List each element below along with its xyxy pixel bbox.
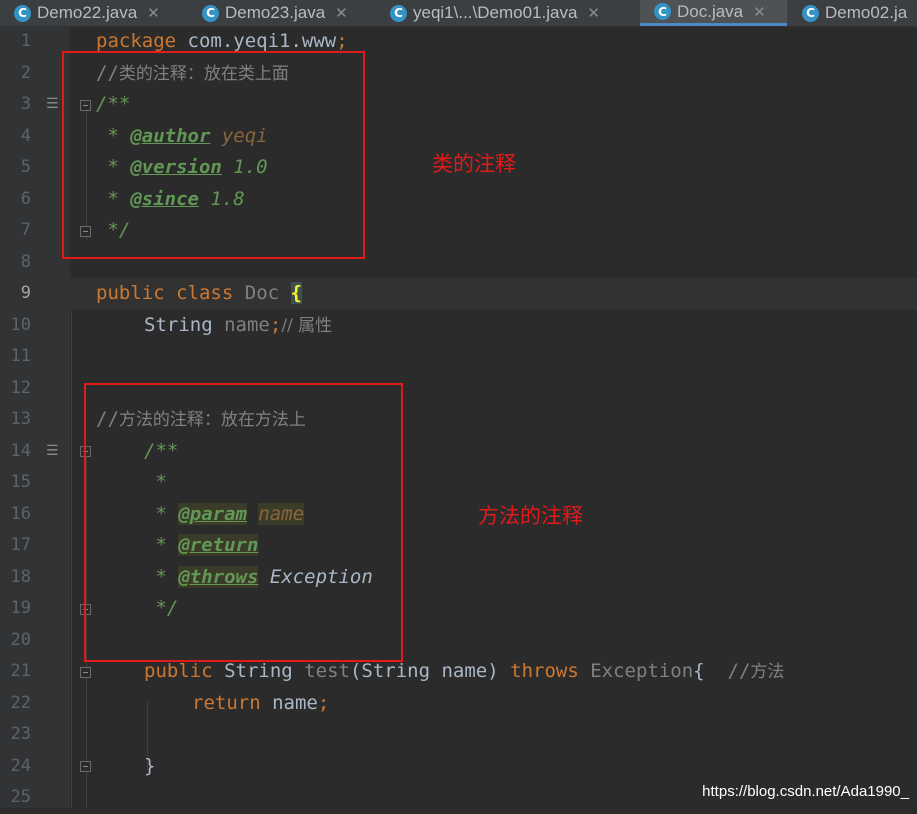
line-number: 18: [10, 566, 31, 587]
line-number: 1: [20, 31, 31, 51]
close-icon[interactable]: ✕: [335, 4, 348, 22]
keyword-throws: throws: [510, 660, 579, 682]
line-number: 19: [10, 598, 31, 618]
keyword-return: return: [192, 691, 261, 714]
tab-demo02[interactable]: C Demo02.ja: [802, 0, 917, 26]
keyword-public: public: [144, 660, 213, 682]
javadoc-render-icon[interactable]: ☰: [46, 436, 59, 468]
editor-tab-bar: C Demo22.java ✕ C Demo23.java ✕ C yeqi1\…: [0, 0, 917, 27]
return-type: String: [224, 660, 293, 682]
java-class-icon: C: [390, 4, 407, 22]
fold-marker[interactable]: [80, 761, 91, 772]
keyword-class: class: [176, 282, 234, 304]
tab-label: Demo22.java: [37, 3, 138, 22]
return-value: name: [260, 691, 318, 714]
tab-demo01[interactable]: C yeqi1\...\Demo01.java ✕: [390, 0, 636, 26]
keyword-public: public: [96, 282, 165, 304]
method-comment-annotation: 方法的注释: [478, 504, 583, 528]
exception-type: Exception: [590, 660, 694, 682]
line-number: 17: [10, 535, 31, 555]
tab-label: Demo02.ja: [825, 3, 908, 22]
keyword-package: package: [96, 30, 177, 52]
watermark: https://blog.csdn.net/Ada1990_: [702, 783, 909, 800]
java-class-icon: C: [14, 4, 31, 22]
code-line-10[interactable]: String name;// 属性: [144, 310, 332, 342]
line-number-current: 9: [20, 283, 31, 303]
class-comment-annotation: 类的注释: [432, 152, 516, 176]
tab-label: Demo23.java: [225, 3, 326, 22]
line-number: 11: [10, 346, 31, 366]
semicolon: ;: [317, 691, 330, 714]
java-class-icon: C: [654, 3, 671, 20]
line-number: 4: [20, 125, 31, 146]
method-params: (String name): [349, 660, 499, 682]
code-line-9[interactable]: public class Doc {: [96, 278, 302, 310]
tab-label: yeqi1\...\Demo01.java: [413, 3, 578, 22]
close-icon[interactable]: ✕: [753, 3, 766, 21]
class-name: Doc: [244, 282, 280, 304]
package-name: com.yeqi1.www: [176, 30, 337, 52]
class-comment-highlight-box: [62, 51, 365, 259]
close-icon[interactable]: ✕: [147, 4, 160, 22]
line-number: 16: [10, 503, 31, 524]
line-number: 23: [10, 724, 31, 744]
code-line-24[interactable]: }: [144, 751, 155, 783]
line-number: 5: [20, 157, 31, 177]
line-number: 12: [10, 377, 31, 398]
fold-guide: [71, 278, 72, 808]
matched-brace: {: [290, 282, 302, 304]
line-number: 7: [20, 220, 31, 240]
line-number: 25: [10, 787, 31, 807]
tab-label: Doc.java: [677, 1, 744, 21]
line-number: 20: [10, 629, 31, 650]
fold-marker[interactable]: [80, 667, 91, 678]
comment-slashes: //: [727, 660, 751, 682]
line-number: 15: [10, 472, 31, 492]
method-name: test: [304, 660, 350, 682]
type-string: String: [144, 313, 213, 336]
line-number: 3: [20, 94, 31, 114]
field-name: name: [224, 313, 270, 336]
line-number: 2: [20, 62, 31, 83]
open-brace: {: [693, 660, 705, 682]
line-number: 21: [10, 661, 31, 681]
tab-demo23[interactable]: C Demo23.java ✕: [202, 0, 374, 26]
method-comment: 方法: [750, 662, 785, 682]
semicolon: ;: [269, 313, 282, 336]
line-number: 8: [20, 251, 31, 272]
semicolon: ;: [336, 30, 348, 52]
close-icon[interactable]: ✕: [587, 4, 600, 22]
line-number: 14: [10, 440, 31, 461]
line-number: 13: [10, 409, 31, 429]
line-number: 24: [10, 755, 31, 776]
line-number: 10: [10, 314, 31, 335]
line-number: 6: [20, 188, 31, 209]
line-number: 22: [10, 692, 31, 713]
field-comment: // 属性: [281, 315, 333, 336]
java-class-icon: C: [202, 4, 219, 22]
tab-doc[interactable]: C Doc.java ✕: [640, 0, 787, 26]
javadoc-render-icon[interactable]: ☰: [46, 89, 59, 121]
code-line-22[interactable]: return name;: [192, 688, 329, 720]
close-brace: }: [144, 754, 156, 777]
method-comment-highlight-box: [84, 383, 403, 662]
java-class-icon: C: [802, 4, 819, 22]
tab-demo22[interactable]: C Demo22.java ✕: [14, 0, 184, 26]
